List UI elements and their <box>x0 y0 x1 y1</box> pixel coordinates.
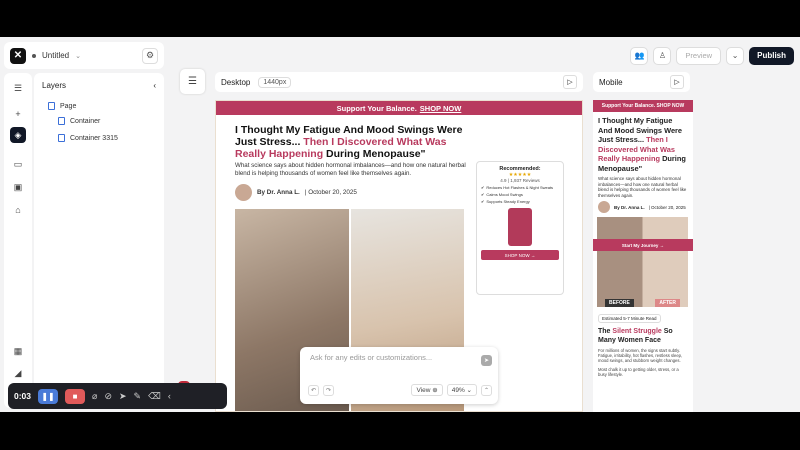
layer-item-page[interactable]: Page <box>48 102 76 110</box>
cursor-icon[interactable]: ➤ <box>119 391 127 402</box>
avatar <box>235 184 252 201</box>
mobile-author: By Dr. Anna L. | October 20, 2025 <box>593 201 693 213</box>
megaphone-icon[interactable]: ◢ <box>10 365 26 381</box>
preview-button[interactable]: Preview <box>676 46 722 65</box>
users-icon[interactable]: 👥 <box>630 46 649 65</box>
read-time-badge: Estimated 5-7 Minute Read <box>598 314 661 323</box>
promo-banner: Support Your Balance. SHOP NOW <box>216 101 582 115</box>
play-icon[interactable]: ▷ <box>670 75 684 89</box>
layers-panel: Layers ‹ Page Container Container 3315 <box>34 73 164 408</box>
app-logo[interactable]: ✕ <box>10 47 26 64</box>
mobile-paragraph: For millions of women, the signs start s… <box>598 348 683 364</box>
ai-chat-box: Ask for any edits or customizations... ➤… <box>300 347 498 404</box>
person-icon[interactable]: ♙ <box>653 46 672 65</box>
eraser-icon[interactable]: ⌫ <box>148 391 161 402</box>
page-icon[interactable]: ▭ <box>10 156 26 172</box>
project-bar: ✕ Untitled ⌄ ⚙ <box>4 42 164 69</box>
mic-off-icon[interactable]: ⌀ <box>92 391 97 402</box>
project-name[interactable]: Untitled <box>42 51 69 60</box>
before-after-image: Start My Journey → BEFORE AFTER <box>593 217 693 307</box>
store-icon[interactable]: ⌂ <box>10 202 26 218</box>
layer-label: Page <box>60 102 77 110</box>
top-right-actions: 👥 ♙ Preview ⌄ Publish <box>630 42 794 69</box>
preview-dropdown-icon[interactable]: ⌄ <box>726 46 745 65</box>
feature-item: ✔ Supports Steady Energy <box>481 199 530 204</box>
publish-date: | October 20, 2025 <box>304 189 357 196</box>
unsaved-dot-icon <box>32 53 36 58</box>
container-layer-icon <box>58 134 65 142</box>
banner-link[interactable]: SHOP NOW <box>420 104 462 113</box>
mobile-canvas[interactable]: Support Your Balance. SHOP NOW I Thought… <box>593 100 693 412</box>
view-button[interactable]: View ⊕ <box>411 384 443 396</box>
chat-input[interactable]: Ask for any edits or customizations... <box>310 353 488 362</box>
layer-item-container[interactable]: Container <box>58 117 100 125</box>
recording-time: 0:03 <box>14 391 32 401</box>
mobile-section-heading: The Silent Struggle So Many Women Face <box>598 328 673 344</box>
screen-recorder-bar: 0:03 ❚❚ ■ ⌀ ⊘ ➤ ✎ ⌫ ‹ <box>8 383 227 409</box>
mobile-paragraph: Most chalk it up to getting older, stres… <box>598 366 679 377</box>
mobile-headline: I Thought My Fatigue And Mood Swings Wer… <box>598 116 686 173</box>
layout-icon[interactable]: ▦ <box>10 343 26 359</box>
zoom-select[interactable]: 49% ⌄ <box>446 384 477 396</box>
collapse-chevron-icon[interactable]: ‹ <box>153 81 156 90</box>
collapse-icon[interactable]: ‹ <box>168 391 171 401</box>
width-select[interactable]: 1440px <box>258 76 292 88</box>
pen-icon[interactable]: ✎ <box>134 391 142 402</box>
play-icon[interactable]: ▷ <box>563 75 577 89</box>
desktop-label: Desktop <box>221 77 251 87</box>
product-bottle-image <box>508 208 532 246</box>
publish-button[interactable]: Publish <box>749 46 794 65</box>
author-name: By Dr. Anna L. <box>257 189 300 196</box>
layer-label: Container <box>70 117 101 125</box>
feature-item: ✔ Calms Mood Swings <box>481 192 523 197</box>
before-label: BEFORE <box>605 299 634 307</box>
mobile-header: Mobile ▷ <box>593 72 690 92</box>
avatar <box>598 201 610 213</box>
settings-gear-icon[interactable]: ⚙ <box>142 47 158 64</box>
camera-off-icon[interactable]: ⊘ <box>104 391 112 402</box>
review-count: 4.9 | 1,937 Reviews <box>500 178 540 183</box>
layers-title: Layers <box>42 81 67 90</box>
product-card: Recommended: ★★★★★ 4.9 | 1,937 Reviews ✔… <box>476 161 564 295</box>
tool-rail: ☰ + ◈ ▭ ▣ ⌂ ▦ ◢ <box>4 73 32 408</box>
add-icon[interactable]: + <box>10 106 26 122</box>
pause-icon[interactable]: ❚❚ <box>38 388 59 404</box>
redo-icon[interactable]: ↷ <box>323 384 334 396</box>
list-view-icon[interactable]: ☰ <box>180 69 205 94</box>
page-subhead: What science says about hidden hormonal … <box>235 162 466 177</box>
layer-item-container-3315[interactable]: Container 3315 <box>58 134 118 142</box>
feature-item: ✔ Reduces Hot Flashes & Night Sweats <box>481 185 554 190</box>
desktop-header: Desktop 1440px ▷ <box>215 72 583 92</box>
shop-now-button[interactable]: SHOP NOW → <box>481 250 559 260</box>
editor-frame: ✕ Untitled ⌄ ⚙ 👥 ♙ Preview ⌄ Publish ☰ +… <box>0 37 800 412</box>
author-line: By Dr. Anna L. | October 20, 2025 <box>235 184 357 201</box>
mobile-subhead: What science says about hidden hormonal … <box>598 176 687 198</box>
chevron-down-icon[interactable]: ⌄ <box>75 52 81 60</box>
mobile-banner[interactable]: Support Your Balance. SHOP NOW <box>593 100 693 112</box>
container-layer-icon <box>58 117 65 125</box>
collapse-up-icon[interactable]: ⌃ <box>481 384 492 396</box>
page-layer-icon <box>48 102 55 110</box>
layer-label: Container 3315 <box>70 134 118 142</box>
stop-icon[interactable]: ■ <box>65 388 86 404</box>
send-icon[interactable]: ➤ <box>481 355 492 366</box>
image-icon[interactable]: ▣ <box>10 179 26 195</box>
align-icon[interactable]: ☰ <box>10 80 26 96</box>
after-label: AFTER <box>655 299 680 307</box>
start-journey-button[interactable]: Start My Journey → <box>593 239 693 251</box>
mobile-label: Mobile <box>599 77 623 87</box>
layers-icon[interactable]: ◈ <box>10 127 26 143</box>
undo-icon[interactable]: ↶ <box>308 384 319 396</box>
banner-text: Support Your Balance. <box>336 103 417 113</box>
page-headline: I Thought My Fatigue And Mood Swings Wer… <box>235 124 463 160</box>
